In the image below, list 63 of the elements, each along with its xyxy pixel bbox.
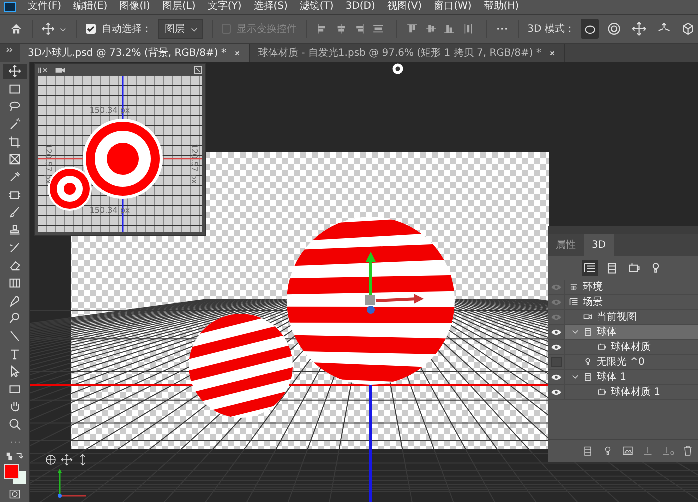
panel-tab[interactable]: 属性 <box>548 234 584 256</box>
pan-icon[interactable] <box>61 454 73 466</box>
drag-mode-icon[interactable] <box>630 19 649 39</box>
transform-gizmo[interactable] <box>365 252 424 314</box>
mesh-icon <box>583 372 593 382</box>
swap-colors-icon[interactable] <box>4 452 24 462</box>
menu-item[interactable]: 选择(S) <box>254 2 288 12</box>
layer-label: 当前视图 <box>597 310 637 324</box>
app-logo-icon <box>4 2 16 12</box>
menu-item[interactable]: 窗口(W) <box>434 2 472 12</box>
ground-icon[interactable] <box>642 445 654 457</box>
layer-label: 环境 <box>583 280 603 294</box>
menu-item[interactable]: 编辑(E) <box>74 2 108 12</box>
environment-icon <box>569 282 579 292</box>
checkbox-label: 自动选择： <box>102 22 152 36</box>
mesh-icon[interactable] <box>582 445 594 457</box>
checkbox[interactable] <box>86 24 96 34</box>
layer-label: 球体 <box>597 326 617 339</box>
scene-filter-icon[interactable] <box>582 260 598 276</box>
menu-item[interactable]: 图层(L) <box>162 2 196 12</box>
menu-item[interactable]: 帮助(H) <box>484 2 520 12</box>
dimension-label: 120.57 px <box>44 144 53 184</box>
ground-icon[interactable] <box>662 445 674 457</box>
orbit-icon[interactable] <box>45 454 57 466</box>
layer-label: 球体 1 <box>597 370 627 384</box>
mesh-icon <box>583 327 593 337</box>
layer-label: 无限光 ^0 <box>597 356 645 369</box>
material-icon <box>597 342 607 352</box>
layer-label: 球体材质 1 <box>611 386 661 399</box>
move-icon[interactable] <box>2 64 26 79</box>
light-icon[interactable] <box>392 63 404 75</box>
menu-item[interactable]: 视图(V) <box>387 2 422 12</box>
menu-item[interactable]: 文字(Y) <box>208 2 242 12</box>
light-icon <box>583 357 593 367</box>
menu-item[interactable]: 3D(D) <box>346 2 376 12</box>
color-swatches[interactable] <box>4 464 26 484</box>
menu-item[interactable]: 图像(I) <box>120 2 150 12</box>
trash-icon[interactable] <box>682 445 694 457</box>
close-icon[interactable] <box>549 50 556 56</box>
close-icon[interactable] <box>234 50 242 56</box>
swap-view-icon[interactable] <box>194 66 202 74</box>
document-tab[interactable]: 球体材质 - 自发光1.psb @ 97.6% (矩形 1 拷贝 7, RGB/8#) * <box>250 44 566 62</box>
layer-dropdown[interactable]: 图层 <box>158 19 203 39</box>
camera-icon <box>583 312 593 322</box>
scene-icon <box>569 297 579 307</box>
panel-tab[interactable]: 3D <box>584 234 614 256</box>
home-icon[interactable] <box>10 22 23 36</box>
material-icon <box>597 387 607 397</box>
caret-icon[interactable] <box>60 26 67 32</box>
move-icon[interactable] <box>42 22 54 36</box>
layer-label: 场景 <box>583 296 603 309</box>
caret-icon[interactable] <box>190 26 198 32</box>
layer-label: 球体材质 <box>611 340 651 354</box>
mode-label: 3D 模式： <box>528 22 575 36</box>
collapse-icon[interactable] <box>6 46 14 54</box>
menu-item[interactable]: 文件(F) <box>28 2 62 12</box>
image-icon[interactable] <box>622 445 634 457</box>
menu-item[interactable]: 滤镜(T) <box>300 2 334 12</box>
close-icon[interactable] <box>38 66 49 74</box>
rotate-mode-icon[interactable] <box>580 19 600 39</box>
document-tab[interactable]: 3D小球儿.psd @ 73.2% (背景, RGB/8#) * <box>20 44 250 62</box>
dimension-label: 120.57 px <box>190 144 199 184</box>
camera-icon[interactable] <box>55 66 66 74</box>
